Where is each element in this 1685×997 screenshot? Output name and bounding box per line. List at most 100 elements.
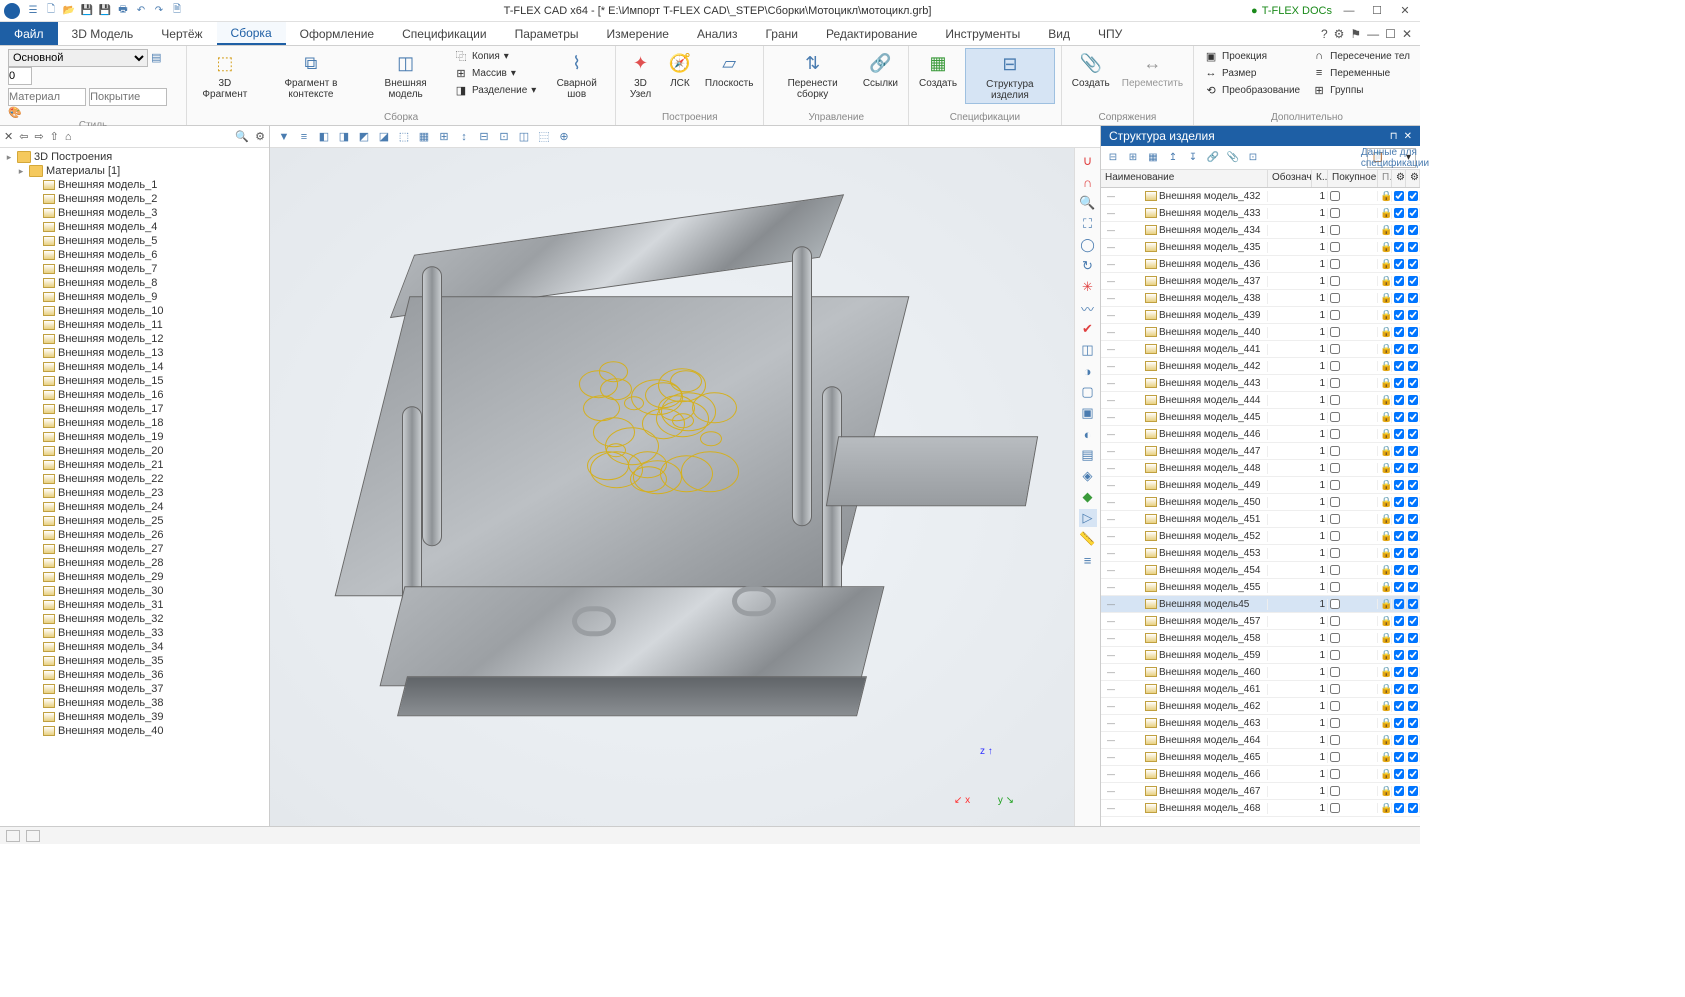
tree-node[interactable]: Внешняя модель_19	[2, 430, 267, 444]
structure-row[interactable]: —Внешняя модель_4481🔒	[1101, 460, 1420, 477]
tree-node[interactable]: Внешняя модель_22	[2, 472, 267, 486]
tree-node[interactable]: Внешняя модель_8	[2, 276, 267, 290]
tflex-docs-link[interactable]: T-FLEX DOCs	[1251, 5, 1332, 17]
rtb-cube-icon[interactable]: ◫	[1079, 341, 1097, 359]
structure-row[interactable]: —Внешняя модель_4521🔒	[1101, 528, 1420, 545]
structure-row[interactable]: —Внешняя модель_4641🔒	[1101, 732, 1420, 749]
btn-lcs[interactable]: 🧭ЛСК	[663, 48, 697, 91]
tree-node[interactable]: Внешняя модель_5	[2, 234, 267, 248]
structure-row[interactable]: —Внешняя модель_4361🔒	[1101, 256, 1420, 273]
structure-mode-select[interactable]: 📋 Данные для спецификации ▾	[1367, 148, 1416, 168]
menu-tab-10[interactable]: Инструменты	[931, 22, 1034, 45]
flag-icon[interactable]: ⚑	[1350, 27, 1361, 41]
structure-row[interactable]: —Внешняя модель_4511🔒	[1101, 511, 1420, 528]
rtb-box1-icon[interactable]: ▢	[1079, 383, 1097, 401]
minimize-button[interactable]: —	[1338, 5, 1360, 17]
btn-mate-create[interactable]: 📎Создать	[1068, 48, 1114, 91]
tree-node[interactable]: Внешняя модель_23	[2, 486, 267, 500]
structure-row[interactable]: —Внешняя модель_4601🔒	[1101, 664, 1420, 681]
menu-tab-12[interactable]: ЧПУ	[1084, 22, 1136, 45]
tree-node[interactable]: Внешняя модель_27	[2, 542, 267, 556]
vtb-adj-icon[interactable]: ≡	[296, 129, 312, 145]
viewport-3d[interactable]: ▼ ≡ ◧ ◨ ◩ ◪ ⬚ ▦ ⊞ ↕ ⊟ ⊡ ◫ ⿳ ⊕	[270, 126, 1100, 826]
structure-row[interactable]: —Внешняя модель_4471🔒	[1101, 443, 1420, 460]
structure-row[interactable]: —Внешняя модель_4491🔒	[1101, 477, 1420, 494]
tree-node[interactable]: Внешняя модель_37	[2, 682, 267, 696]
tree-cfg-icon[interactable]: ⚙	[255, 130, 265, 143]
qat-doc-icon[interactable]: 🗎	[170, 4, 184, 18]
tree-node[interactable]: Внешняя модель_15	[2, 374, 267, 388]
tree-node[interactable]: Внешняя модель_36	[2, 668, 267, 682]
tree-up-icon[interactable]: ⇧	[50, 130, 59, 143]
menu-tab-5[interactable]: Параметры	[501, 22, 593, 45]
tree-node[interactable]: Внешняя модель_13	[2, 346, 267, 360]
tree-node[interactable]: ▸Материалы [1]	[2, 164, 267, 178]
settings-icon[interactable]: ⚙	[1334, 27, 1345, 41]
rtb-zoomin-icon[interactable]: 🔍	[1079, 194, 1097, 212]
tree-node[interactable]: Внешняя модель_32	[2, 612, 267, 626]
tree-node[interactable]: Внешняя модель_14	[2, 360, 267, 374]
btn-3d-node[interactable]: ✦3D Узел	[622, 48, 659, 102]
rtb-line-icon[interactable]: 〰	[1079, 299, 1097, 317]
model-tree[interactable]: ▸3D Построения▸Материалы [1]Внешняя моде…	[0, 148, 269, 826]
btn-copy[interactable]: ⿻Копия ▾	[450, 48, 540, 64]
tree-home-icon[interactable]: ⌂	[65, 131, 72, 143]
btn-plane[interactable]: ▱Плоскость	[701, 48, 758, 91]
tree-node[interactable]: Внешняя модель_21	[2, 458, 267, 472]
structure-row[interactable]: —Внешняя модель451🔒	[1101, 596, 1420, 613]
btn-spec-create[interactable]: ▦Создать	[915, 48, 961, 91]
coating-input[interactable]	[89, 88, 167, 106]
vtb-i8-icon[interactable]: ↕	[456, 129, 472, 145]
col-qty[interactable]: К...	[1312, 170, 1328, 187]
tree-node[interactable]: Внешняя модель_34	[2, 640, 267, 654]
btn-groups[interactable]: ⊞Группы	[1308, 82, 1414, 98]
btn-size[interactable]: ↔Размер	[1200, 65, 1304, 81]
structure-row[interactable]: —Внешняя модель_4671🔒	[1101, 783, 1420, 800]
menu-tab-11[interactable]: Вид	[1034, 22, 1084, 45]
btn-3d-fragment[interactable]: ⬚3D Фрагмент	[193, 48, 257, 102]
qat-print-icon[interactable]: 🖶	[116, 4, 130, 18]
btn-array[interactable]: ⊞Массив ▾	[450, 65, 540, 81]
style-main-select[interactable]: Основной	[8, 49, 148, 67]
structure-row[interactable]: —Внешняя модель_4331🔒	[1101, 205, 1420, 222]
st-i6-icon[interactable]: 🔗	[1205, 150, 1221, 166]
rtb-cam-icon[interactable]: ▷	[1079, 509, 1097, 527]
structure-row[interactable]: —Внешняя модель_4621🔒	[1101, 698, 1420, 715]
vtb-i3-icon[interactable]: ◩	[356, 129, 372, 145]
structure-row[interactable]: —Внешняя модель_4591🔒	[1101, 647, 1420, 664]
tree-node[interactable]: Внешняя модель_10	[2, 304, 267, 318]
tree-node[interactable]: Внешняя модель_12	[2, 332, 267, 346]
structure-row[interactable]: —Внешняя модель_4321🔒	[1101, 188, 1420, 205]
btn-split[interactable]: ◨Разделение ▾	[450, 82, 540, 98]
structure-row[interactable]: —Внешняя модель_4451🔒	[1101, 409, 1420, 426]
tree-node[interactable]: Внешняя модель_28	[2, 556, 267, 570]
vtb-i5-icon[interactable]: ⬚	[396, 129, 412, 145]
qat-new-icon[interactable]: 🗋	[44, 4, 58, 18]
col-chk1[interactable]: ⚙	[1392, 170, 1406, 187]
st-i3-icon[interactable]: ▦	[1145, 150, 1161, 166]
panel-close-icon[interactable]: ✕	[1404, 131, 1412, 142]
qat-redo-icon[interactable]: ↷	[152, 4, 166, 18]
material-input[interactable]	[8, 88, 86, 106]
col-code[interactable]: Обознач...	[1268, 170, 1312, 187]
btn-mate-move[interactable]: ↔Переместить	[1118, 48, 1187, 91]
panel-pin-icon[interactable]: ⊓	[1390, 131, 1398, 142]
tree-fwd-icon[interactable]: ⇨	[34, 130, 43, 143]
vtb-i12-icon[interactable]: ⿳	[536, 129, 552, 145]
tree-node[interactable]: Внешняя модель_9	[2, 290, 267, 304]
tree-node[interactable]: Внешняя модель_18	[2, 416, 267, 430]
tree-node[interactable]: Внешняя модель_7	[2, 262, 267, 276]
vtb-i13-icon[interactable]: ⊕	[556, 129, 572, 145]
tree-node[interactable]: Внешняя модель_2	[2, 192, 267, 206]
qat-menu-icon[interactable]: ☰	[26, 4, 40, 18]
structure-row[interactable]: —Внешняя модель_4411🔒	[1101, 341, 1420, 358]
btn-intersection[interactable]: ∩Пересечение тел	[1308, 48, 1414, 64]
menu-tab-7[interactable]: Анализ	[683, 22, 752, 45]
menu-tab-2[interactable]: Сборка	[217, 22, 286, 45]
structure-row[interactable]: —Внешняя модель_4631🔒	[1101, 715, 1420, 732]
structure-row[interactable]: —Внешняя модель_4461🔒	[1101, 426, 1420, 443]
rtb-last-icon[interactable]: ≡	[1079, 551, 1097, 569]
tree-node[interactable]: Внешняя модель_31	[2, 598, 267, 612]
rtb-scale-icon[interactable]: 📏	[1079, 530, 1097, 548]
vtb-i1-icon[interactable]: ◧	[316, 129, 332, 145]
